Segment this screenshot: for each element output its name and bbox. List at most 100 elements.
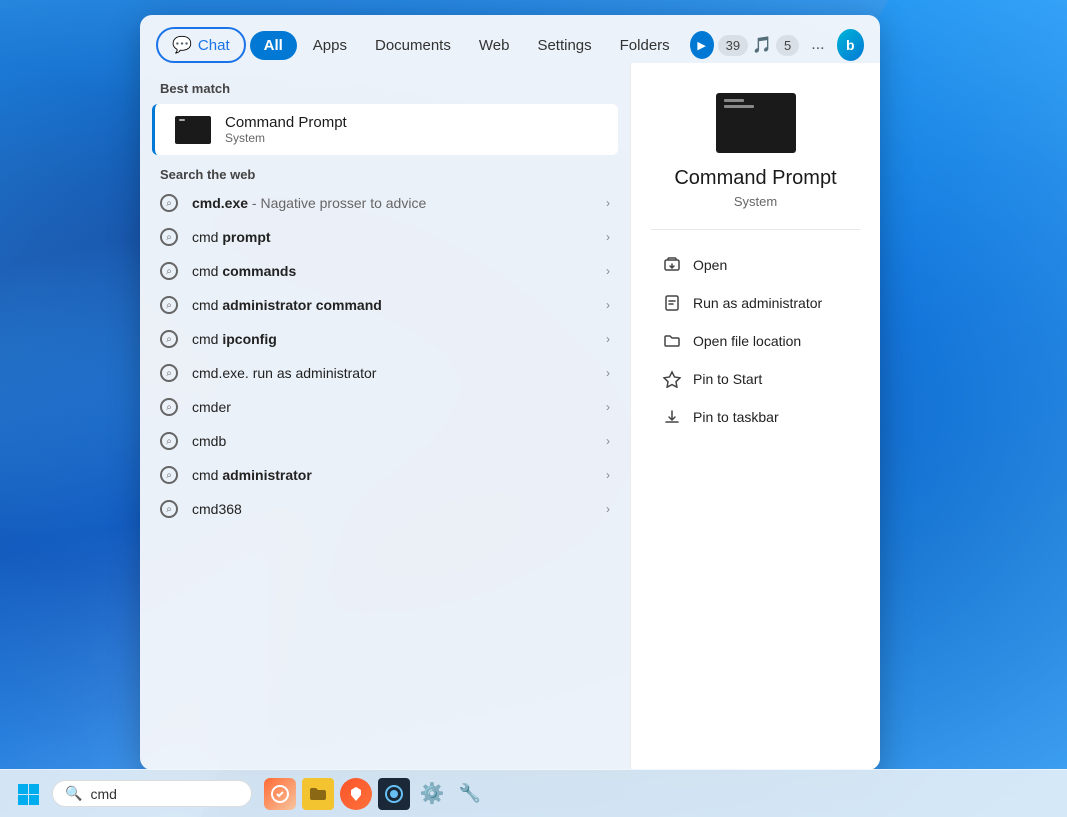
search-item-0[interactable]: ⌕ cmd.exe - Nagative prosser to advice › [144, 186, 626, 220]
tab-web[interactable]: Web [467, 31, 522, 60]
search-text-8: cmd administrator [192, 467, 606, 483]
best-match-name: Command Prompt [225, 114, 347, 131]
search-text-5: cmd.exe. run as administrator [192, 365, 606, 381]
search-icon-5: ⌕ [160, 364, 178, 382]
chevron-4: › [606, 332, 610, 346]
search-item-3[interactable]: ⌕ cmd administrator command › [144, 288, 626, 322]
play-button[interactable]: ▶ [690, 31, 714, 59]
tab-bar: 💬 Chat All Apps Documents Web Settings F… [140, 15, 880, 63]
web-section-title: Search the web [140, 157, 630, 186]
search-item-2[interactable]: ⌕ cmd commands › [144, 254, 626, 288]
search-text-0: cmd.exe - Nagative prosser to advice [192, 195, 606, 211]
cmd-bar-2 [724, 105, 754, 108]
chevron-9: › [606, 502, 610, 516]
file-location-label: Open file location [693, 333, 801, 349]
right-app-title: Command Prompt [674, 167, 836, 190]
search-icon-9: ⌕ [160, 500, 178, 518]
action-pin-taskbar[interactable]: Pin to taskbar [651, 398, 860, 436]
pin-taskbar-label: Pin to taskbar [693, 409, 779, 425]
chevron-0: › [606, 196, 610, 210]
pin-start-icon [663, 370, 681, 388]
cmd-bar-1 [724, 99, 744, 102]
search-item-1[interactable]: ⌕ cmd prompt › [144, 220, 626, 254]
search-popup: 💬 Chat All Apps Documents Web Settings F… [140, 15, 880, 770]
taskbar-icons: ⚙️ 🔧 [264, 778, 486, 810]
search-item-9[interactable]: ⌕ cmd368 › [144, 492, 626, 526]
admin-icon [663, 294, 681, 312]
tab-settings[interactable]: Settings [525, 31, 603, 60]
taskbar-search-icon: 🔍 [65, 785, 82, 802]
taskbar-search[interactable]: 🔍 [52, 780, 252, 807]
action-list: Open Run as administrator [651, 246, 860, 436]
search-icon-0: ⌕ [160, 194, 178, 212]
taskbar-icon-steam[interactable] [378, 778, 410, 810]
chevron-5: › [606, 366, 610, 380]
open-label: Open [693, 257, 727, 273]
search-icon-2: ⌕ [160, 262, 178, 280]
open-icon [663, 256, 681, 274]
best-match-subtitle: System [225, 131, 347, 145]
search-text-4: cmd ipconfig [192, 331, 606, 347]
cmd-app-icon [175, 116, 211, 144]
search-text-2: cmd commands [192, 263, 606, 279]
search-item-6[interactable]: ⌕ cmder › [144, 390, 626, 424]
search-icon-8: ⌕ [160, 466, 178, 484]
admin-label: Run as administrator [693, 295, 822, 311]
search-item-5[interactable]: ⌕ cmd.exe. run as administrator › [144, 356, 626, 390]
badge-5[interactable]: 5 [776, 35, 799, 56]
chevron-6: › [606, 400, 610, 414]
tab-chat[interactable]: 💬 Chat [156, 27, 246, 63]
taskbar-icon-settings[interactable]: ⚙️ [416, 778, 448, 810]
left-panel: Best match Command Prompt System Search … [140, 63, 630, 770]
best-match-title: Best match [140, 75, 630, 102]
taskbar-icon-explorer[interactable] [302, 778, 334, 810]
search-text-9: cmd368 [192, 501, 606, 517]
search-icon-1: ⌕ [160, 228, 178, 246]
chevron-1: › [606, 230, 610, 244]
search-icon-3: ⌕ [160, 296, 178, 314]
search-item-8[interactable]: ⌕ cmd administrator › [144, 458, 626, 492]
chat-label: Chat [198, 37, 230, 54]
pin-start-label: Pin to Start [693, 371, 762, 387]
play-icon: 🎵 [752, 35, 772, 55]
action-file-location[interactable]: Open file location [651, 322, 860, 360]
action-run-admin[interactable]: Run as administrator [651, 284, 860, 322]
search-item-4[interactable]: ⌕ cmd ipconfig › [144, 322, 626, 356]
pin-taskbar-icon [663, 408, 681, 426]
search-text-7: cmdb [192, 433, 606, 449]
right-app-type: System [734, 194, 777, 209]
chevron-7: › [606, 434, 610, 448]
action-open[interactable]: Open [651, 246, 860, 284]
search-icon-4: ⌕ [160, 330, 178, 348]
search-text-1: cmd prompt [192, 229, 606, 245]
right-panel: Command Prompt System Open [630, 63, 880, 770]
chevron-3: › [606, 298, 610, 312]
search-icon-6: ⌕ [160, 398, 178, 416]
content-area: Best match Command Prompt System Search … [140, 63, 880, 770]
folder-icon [663, 332, 681, 350]
badge-39[interactable]: 39 [718, 35, 748, 56]
tab-folders[interactable]: Folders [608, 31, 682, 60]
best-match-item[interactable]: Command Prompt System [152, 104, 618, 155]
start-button[interactable] [12, 778, 44, 810]
tab-documents[interactable]: Documents [363, 31, 463, 60]
taskbar: 🔍 ⚙️ [0, 769, 1067, 817]
taskbar-icon-powertoys[interactable] [264, 778, 296, 810]
divider [651, 229, 860, 230]
chevron-2: › [606, 264, 610, 278]
search-input[interactable] [90, 786, 230, 802]
tab-apps[interactable]: Apps [301, 31, 359, 60]
search-icon-7: ⌕ [160, 432, 178, 450]
action-pin-start[interactable]: Pin to Start [651, 360, 860, 398]
bing-button[interactable]: b [837, 29, 864, 61]
chevron-8: › [606, 468, 610, 482]
search-item-7[interactable]: ⌕ cmdb › [144, 424, 626, 458]
chat-icon: 💬 [172, 35, 192, 55]
search-text-6: cmder [192, 399, 606, 415]
more-button[interactable]: ... [803, 32, 832, 58]
app-preview-icon [716, 93, 796, 153]
tab-all[interactable]: All [250, 31, 297, 60]
taskbar-icon-extra[interactable]: 🔧 [454, 778, 486, 810]
best-match-info: Command Prompt System [225, 114, 347, 145]
taskbar-icon-brave[interactable] [340, 778, 372, 810]
